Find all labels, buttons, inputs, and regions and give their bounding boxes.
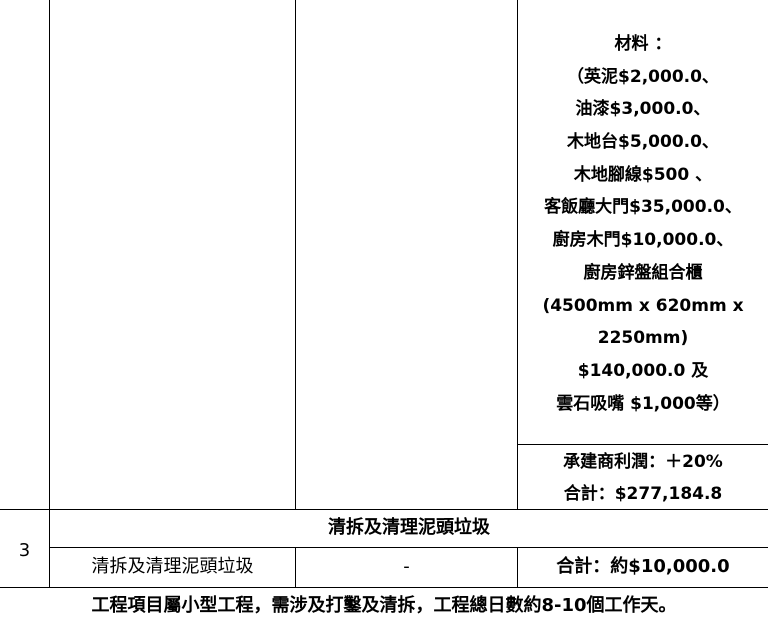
materials-line: 木地腳線$500 、 — [573, 164, 713, 185]
materials-line: 廚房鋅盤組合櫃 — [583, 262, 703, 283]
materials-cell: 材料 ： （英泥$2,000.0、 油漆$3,000.0、 木地台$5,000.… — [518, 28, 768, 420]
grid-line-col-1 — [49, 0, 50, 587]
row-number: 3 — [18, 540, 31, 561]
materials-line: 2250mm) — [597, 328, 689, 349]
section-heading: 清拆及清理泥頭垃圾 — [328, 517, 490, 538]
grid-line-col-2 — [295, 0, 296, 510]
item-description: 清拆及清理泥頭垃圾 — [91, 556, 254, 577]
grid-line-profit-top — [517, 444, 768, 445]
materials-line: 廚房木門$10,000.0、 — [552, 230, 734, 251]
subtotal-amount: 合計：$277,184.8 — [563, 484, 723, 504]
materials-line: $140,000.0 及 — [577, 360, 709, 381]
footer-note: 工程項目屬小型工程，需涉及打鑿及清拆，工程總日數約8-10個工作天。 — [91, 595, 677, 616]
materials-line: 油漆$3,000.0、 — [575, 99, 711, 120]
materials-line: 客飯廳大門$35,000.0、 — [544, 197, 742, 218]
materials-line: 材料 ： — [614, 34, 672, 54]
item-total: 合計：約$10,000.0 — [556, 556, 730, 577]
materials-line: （英泥$2,000.0、 — [567, 66, 719, 87]
materials-line: (4500mm x 620mm x — [542, 295, 744, 316]
item-quantity: - — [403, 556, 410, 577]
contractor-profit: 承建商利潤：＋20% — [563, 452, 723, 472]
materials-line: 雲石吸嘴 $1,000等） — [556, 393, 730, 414]
materials-line: 木地台$5,000.0、 — [567, 132, 719, 153]
